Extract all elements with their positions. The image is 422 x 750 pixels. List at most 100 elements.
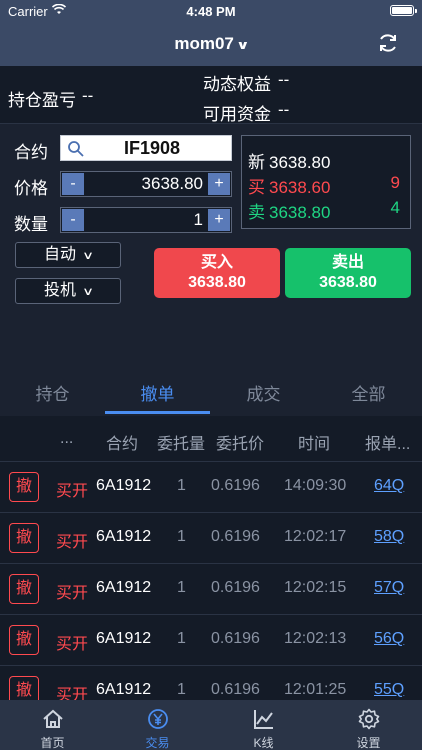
buy-button[interactable]: 买入 3638.80 bbox=[154, 248, 280, 298]
hedge-type-dropdown[interactable]: 投机 ∨ bbox=[15, 278, 121, 304]
row-ref-link[interactable]: 55Q bbox=[374, 681, 404, 699]
row-qty: 1 bbox=[177, 630, 186, 647]
clock: 4:48 PM bbox=[186, 4, 236, 19]
qty-minus-button[interactable]: - bbox=[62, 209, 84, 231]
bid-label: 买 bbox=[248, 178, 265, 197]
contract-value: IF1908 bbox=[123, 138, 181, 158]
last-value: 3638.80 bbox=[269, 153, 331, 172]
status-bar: Carrier 4:48 PM bbox=[0, 0, 422, 22]
pnl-label: 持仓盈亏 bbox=[8, 91, 76, 110]
row-qty: 1 bbox=[177, 528, 186, 545]
cancel-order-button[interactable]: 撤 bbox=[9, 676, 39, 700]
account-summary: 持仓盈亏 -- 动态权益 -- 可用资金 -- bbox=[0, 66, 422, 124]
qty-input[interactable]: 1 bbox=[85, 210, 207, 230]
row-time: 12:02:15 bbox=[284, 579, 347, 596]
row-price: 0.6196 bbox=[211, 681, 260, 698]
col-price: 委托价 bbox=[216, 436, 265, 453]
chevron-down-icon: ∨ bbox=[81, 250, 95, 262]
ask-label: 卖 bbox=[248, 203, 265, 222]
cancel-order-button[interactable]: 撤 bbox=[9, 472, 39, 502]
contract-label: 合约 bbox=[14, 143, 48, 162]
ask-qty: 4 bbox=[390, 198, 400, 217]
chevron-down-icon: ∨ bbox=[81, 286, 95, 298]
order-tabs: 持仓 撤单 成交 全部 bbox=[0, 380, 422, 416]
tabbar-home[interactable]: 首页 bbox=[0, 700, 105, 750]
row-price: 0.6196 bbox=[211, 477, 260, 494]
qty-plus-button[interactable]: + bbox=[208, 209, 230, 231]
row-qty: 1 bbox=[177, 579, 186, 596]
row-ref-link[interactable]: 57Q bbox=[374, 579, 404, 597]
bid-value: 3638.60 bbox=[269, 178, 331, 197]
row-price: 0.6196 bbox=[211, 630, 260, 647]
table-row: 撤 买开 6A1912 1 0.6196 12:02:13 56Q bbox=[0, 615, 422, 666]
col-qty: 委托量 bbox=[157, 436, 206, 453]
row-ref-link[interactable]: 56Q bbox=[374, 630, 404, 648]
col-direction: ... bbox=[60, 430, 74, 447]
ask-row[interactable]: 卖 3638.80 4 bbox=[248, 198, 400, 222]
row-price: 0.6196 bbox=[211, 528, 260, 545]
chevron-down-icon: ∨ bbox=[235, 38, 250, 52]
chart-icon bbox=[254, 710, 273, 729]
account-selector[interactable]: mom07 ∨ bbox=[0, 34, 422, 54]
quote-box: 新 3638.80 买 3638.60 9 卖 3638.80 4 bbox=[241, 135, 411, 229]
order-type-value: 自动 bbox=[43, 246, 76, 263]
row-contract: 6A1912 bbox=[96, 579, 152, 596]
row-time: 12:01:25 bbox=[284, 681, 347, 698]
equity-label: 动态权益 bbox=[203, 75, 271, 94]
row-direction: 买开 bbox=[56, 636, 89, 653]
last-label: 新 bbox=[248, 153, 265, 172]
tabbar-trade[interactable]: 交易 bbox=[105, 700, 210, 750]
row-direction: 买开 bbox=[56, 483, 89, 500]
top-bar: Carrier 4:48 PM mom07 ∨ bbox=[0, 0, 422, 66]
tab-cancel[interactable]: 撤单 bbox=[105, 380, 210, 416]
row-direction: 买开 bbox=[56, 585, 89, 602]
row-contract: 6A1912 bbox=[96, 630, 152, 647]
tabbar-kline-label: K线 bbox=[253, 736, 274, 750]
qty-label: 数量 bbox=[14, 215, 48, 234]
sell-button[interactable]: 卖出 3638.80 bbox=[285, 248, 411, 298]
bid-row[interactable]: 买 3638.60 9 bbox=[248, 173, 400, 197]
tabbar-settings[interactable]: 设置 bbox=[316, 700, 421, 750]
available-value: -- bbox=[278, 100, 290, 119]
contract-input[interactable]: IF1908 bbox=[60, 135, 232, 161]
row-contract: 6A1912 bbox=[96, 681, 152, 698]
qty-stepper: - 1 + bbox=[60, 207, 232, 233]
available-label: 可用资金 bbox=[203, 105, 271, 124]
cancel-order-button[interactable]: 撤 bbox=[9, 574, 39, 604]
last-price-row: 新 3638.80 bbox=[248, 148, 400, 172]
price-plus-button[interactable]: + bbox=[208, 173, 230, 195]
gear-icon bbox=[358, 708, 380, 730]
row-ref-link[interactable]: 64Q bbox=[374, 477, 404, 495]
tabbar-kline[interactable]: K线 bbox=[211, 700, 316, 750]
tabbar-trade-label: 交易 bbox=[145, 736, 170, 750]
row-ref-link[interactable]: 58Q bbox=[374, 528, 404, 546]
tab-positions[interactable]: 持仓 bbox=[0, 380, 105, 416]
row-contract: 6A1912 bbox=[96, 477, 152, 494]
order-type-dropdown[interactable]: 自动 ∨ bbox=[15, 242, 121, 268]
row-qty: 1 bbox=[177, 477, 186, 494]
row-contract: 6A1912 bbox=[96, 528, 152, 545]
row-time: 14:09:30 bbox=[284, 477, 347, 494]
table-row: 撤 买开 6A1912 1 0.6196 12:02:15 57Q bbox=[0, 564, 422, 615]
price-minus-button[interactable]: - bbox=[62, 173, 84, 195]
sell-price: 3638.80 bbox=[319, 274, 377, 291]
price-input[interactable]: 3638.80 bbox=[85, 174, 207, 194]
row-time: 12:02:13 bbox=[284, 630, 347, 647]
tabbar-settings-label: 设置 bbox=[356, 736, 381, 750]
cancel-order-button[interactable]: 撤 bbox=[9, 625, 39, 655]
tab-all[interactable]: 全部 bbox=[316, 380, 421, 416]
battery-icon bbox=[390, 5, 417, 16]
hedge-type-value: 投机 bbox=[43, 282, 76, 299]
buy-price: 3638.80 bbox=[188, 274, 246, 291]
price-label: 价格 bbox=[14, 179, 48, 198]
bottom-tab-bar: 首页 交易 K线 设置 bbox=[0, 700, 422, 750]
cancel-order-button[interactable]: 撤 bbox=[9, 523, 39, 553]
tab-filled[interactable]: 成交 bbox=[211, 380, 316, 416]
row-qty: 1 bbox=[177, 681, 186, 698]
row-price: 0.6196 bbox=[211, 579, 260, 596]
refresh-icon[interactable] bbox=[376, 31, 400, 55]
order-panel: 合约 IF1908 价格 - 3638.80 + 数量 - 1 + 新 3638.… bbox=[0, 124, 422, 380]
buy-label: 买入 bbox=[200, 254, 233, 271]
sell-label: 卖出 bbox=[331, 254, 364, 271]
price-stepper: - 3638.80 + bbox=[60, 171, 232, 197]
